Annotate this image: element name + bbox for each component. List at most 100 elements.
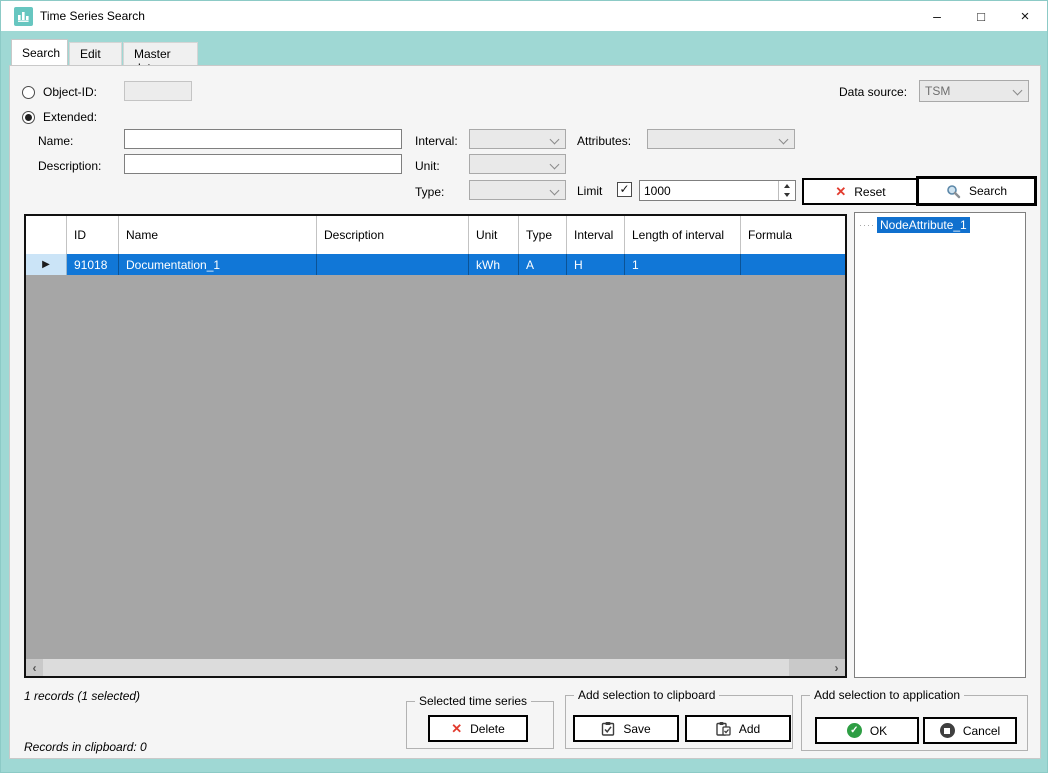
limit-spinner[interactable]: [639, 180, 796, 201]
reset-button[interactable]: ✕ Reset: [802, 178, 919, 205]
grid-cell-interval[interactable]: H: [567, 254, 625, 275]
tab-edit[interactable]: Edit: [69, 42, 122, 65]
save-button-label: Save: [623, 722, 650, 736]
red-x-icon: ✕: [451, 721, 462, 737]
type-label: Type:: [415, 185, 444, 199]
delete-button-label: Delete: [470, 722, 505, 736]
type-dropdown[interactable]: [469, 180, 566, 200]
tab-master-data[interactable]: Master data: [123, 42, 198, 65]
add-to-clipboard-group-title: Add selection to clipboard: [574, 688, 719, 702]
grid-cell-description[interactable]: [317, 254, 469, 275]
records-status-text: 1 records (1 selected): [24, 689, 140, 703]
clipboard-status-text: Records in clipboard: 0: [24, 740, 147, 754]
clipboard-paste-icon: [716, 721, 731, 736]
extended-radio[interactable]: [22, 111, 35, 124]
attributes-label: Attributes:: [577, 134, 631, 148]
data-source-dropdown: TSM: [919, 80, 1029, 102]
ok-button-label: OK: [870, 724, 887, 738]
reset-button-label: Reset: [854, 185, 885, 199]
bar-chart-icon-glyph: [17, 10, 30, 23]
add-button-label: Add: [739, 722, 760, 736]
description-input[interactable]: [124, 154, 402, 174]
magnifier-icon: [946, 184, 961, 199]
grid-cell-name[interactable]: Documentation_1: [119, 254, 317, 275]
chevron-down-icon: [550, 135, 560, 145]
unit-dropdown[interactable]: [469, 154, 566, 174]
spin-down-button[interactable]: [779, 191, 795, 201]
grid-cell-type[interactable]: A: [519, 254, 567, 275]
grid-header-id[interactable]: ID: [67, 216, 119, 254]
ok-button[interactable]: ✓ OK: [815, 717, 919, 744]
interval-dropdown[interactable]: [469, 129, 566, 149]
unit-label: Unit:: [415, 159, 440, 173]
app-icon: [14, 7, 33, 26]
limit-value-input[interactable]: [640, 181, 777, 200]
add-to-application-group: Add selection to application ✓ OK Cancel: [801, 695, 1028, 751]
search-tab-content: Object-ID: Data source: TSM Extended: Na…: [9, 65, 1041, 759]
object-id-radio[interactable]: [22, 86, 35, 99]
selected-time-series-group: Selected time series ✕ Delete: [406, 701, 554, 749]
grid-header-description[interactable]: Description: [317, 216, 469, 254]
grid-row-selected[interactable]: ▶ 91018 Documentation_1 kWh A H 1: [26, 254, 845, 275]
row-selector-arrow-icon: ▶: [42, 259, 50, 270]
limit-label: Limit: [577, 184, 602, 198]
red-x-icon: ✕: [835, 184, 846, 200]
scroll-right-button[interactable]: ›: [828, 659, 845, 676]
name-input[interactable]: [124, 129, 402, 149]
name-label: Name:: [38, 134, 73, 148]
grid-header-unit[interactable]: Unit: [469, 216, 519, 254]
close-button[interactable]: ×: [1003, 1, 1047, 31]
limit-checkbox[interactable]: ✓: [617, 182, 632, 197]
grid-header-type[interactable]: Type: [519, 216, 567, 254]
tree-item-node-attribute[interactable]: ···· NodeAttribute_1: [859, 217, 970, 233]
spin-up-button[interactable]: [779, 181, 795, 191]
object-id-input: [124, 81, 192, 101]
clipboard-check-icon: [601, 721, 615, 736]
object-id-label: Object-ID:: [43, 85, 97, 99]
tree-connector: ····: [859, 220, 875, 230]
maximize-button[interactable]: □: [959, 1, 1003, 31]
row-selector-cell[interactable]: ▶: [26, 254, 67, 275]
interval-label: Interval:: [415, 134, 458, 148]
selected-time-series-group-title: Selected time series: [415, 694, 531, 708]
chevron-down-icon: [550, 186, 560, 196]
description-label: Description:: [38, 159, 101, 173]
spinner-buttons: [778, 181, 795, 200]
tab-search[interactable]: Search: [11, 39, 68, 65]
arrow-down-icon: [784, 193, 790, 197]
minimize-button[interactable]: –: [915, 1, 959, 31]
chevron-down-icon: [1013, 86, 1023, 96]
grid-header-row: ID Name Description Unit Type Interval L…: [26, 216, 845, 254]
scrollbar-thumb[interactable]: [43, 659, 789, 676]
horizontal-scrollbar[interactable]: ‹ ›: [26, 659, 845, 676]
add-button[interactable]: Add: [685, 715, 791, 742]
app-window: Time Series Search – □ × Search Edit Mas…: [0, 0, 1048, 773]
attribute-tree-panel[interactable]: ···· NodeAttribute_1: [854, 212, 1026, 678]
scroll-left-button[interactable]: ‹: [26, 659, 43, 676]
arrow-up-icon: [784, 184, 790, 188]
extended-label: Extended:: [43, 110, 97, 124]
grid-cell-id[interactable]: 91018: [67, 254, 119, 275]
cancel-button[interactable]: Cancel: [923, 717, 1017, 744]
grid-header-formula[interactable]: Formula: [741, 216, 845, 254]
grid-cell-formula[interactable]: [741, 254, 845, 275]
title-bar: Time Series Search – □ ×: [1, 1, 1047, 31]
delete-button[interactable]: ✕ Delete: [428, 715, 528, 742]
tree-item-label[interactable]: NodeAttribute_1: [877, 217, 970, 233]
grid-header-selector: [26, 216, 67, 254]
window-title: Time Series Search: [40, 9, 145, 23]
cancel-stop-icon: [940, 723, 955, 738]
data-source-value: TSM: [925, 84, 950, 98]
attributes-dropdown[interactable]: [647, 129, 795, 149]
stop-square-glyph: [944, 728, 950, 734]
grid-header-name[interactable]: Name: [119, 216, 317, 254]
search-button[interactable]: Search: [916, 176, 1037, 206]
grid-header-length-of-interval[interactable]: Length of interval: [625, 216, 741, 254]
grid-cell-length-of-interval[interactable]: 1: [625, 254, 741, 275]
add-to-application-group-title: Add selection to application: [810, 688, 964, 702]
results-grid[interactable]: ID Name Description Unit Type Interval L…: [24, 214, 847, 678]
grid-cell-unit[interactable]: kWh: [469, 254, 519, 275]
search-button-label: Search: [969, 184, 1007, 198]
grid-header-interval[interactable]: Interval: [567, 216, 625, 254]
save-button[interactable]: Save: [573, 715, 679, 742]
